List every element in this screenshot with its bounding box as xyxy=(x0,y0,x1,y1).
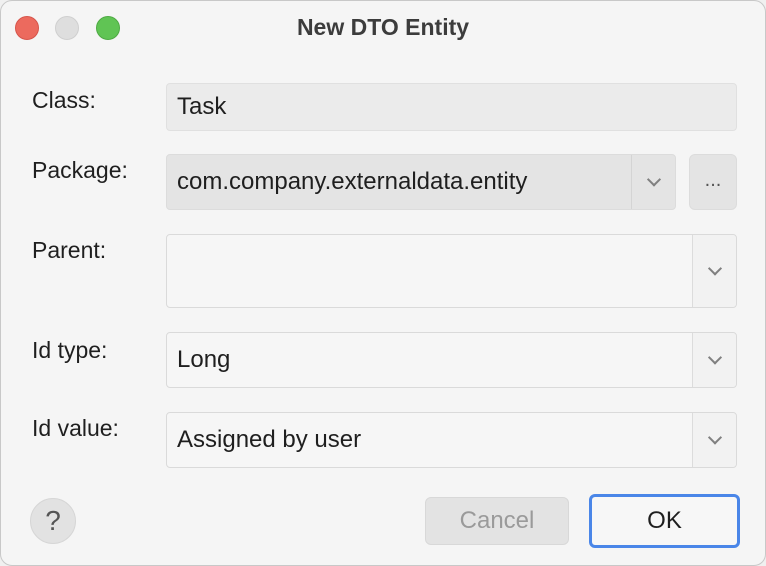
package-combobox-value: com.company.externaldata.entity xyxy=(177,168,528,195)
new-dto-entity-dialog: New DTO Entity Class: Task Package: com.… xyxy=(0,0,766,566)
id-value-combobox-value: Assigned by user xyxy=(177,426,362,453)
package-label: Package: xyxy=(32,157,128,183)
class-input-value: Task xyxy=(177,93,227,120)
dialog-title: New DTO Entity xyxy=(296,14,470,40)
id-type-dropdown-button[interactable] xyxy=(692,333,736,387)
title-bar: New DTO Entity xyxy=(1,1,765,55)
id-type-combobox-value: Long xyxy=(177,346,231,373)
id-type-combobox[interactable]: Long xyxy=(166,332,737,388)
browse-package-button[interactable]: ... xyxy=(689,154,737,210)
id-value-dropdown-button[interactable] xyxy=(692,413,736,467)
id-type-label: Id type: xyxy=(32,337,108,363)
package-combobox[interactable]: com.company.externaldata.entity xyxy=(166,154,676,210)
help-button[interactable]: ? xyxy=(30,498,76,544)
parent-label: Parent: xyxy=(32,237,107,263)
class-input[interactable]: Task xyxy=(166,83,737,131)
ok-button[interactable]: OK xyxy=(589,494,740,548)
package-dropdown-button[interactable] xyxy=(631,155,675,209)
id-value-combobox[interactable]: Assigned by user xyxy=(166,412,737,468)
chevron-down-icon xyxy=(646,172,661,187)
chevron-down-icon xyxy=(707,350,722,365)
class-label: Class: xyxy=(32,87,96,113)
id-value-label: Id value: xyxy=(32,415,119,441)
parent-combobox[interactable] xyxy=(166,234,737,308)
cancel-button[interactable]: Cancel xyxy=(425,497,569,545)
parent-dropdown-button[interactable] xyxy=(692,235,736,307)
chevron-down-icon xyxy=(707,261,722,276)
chevron-down-icon xyxy=(707,430,722,445)
